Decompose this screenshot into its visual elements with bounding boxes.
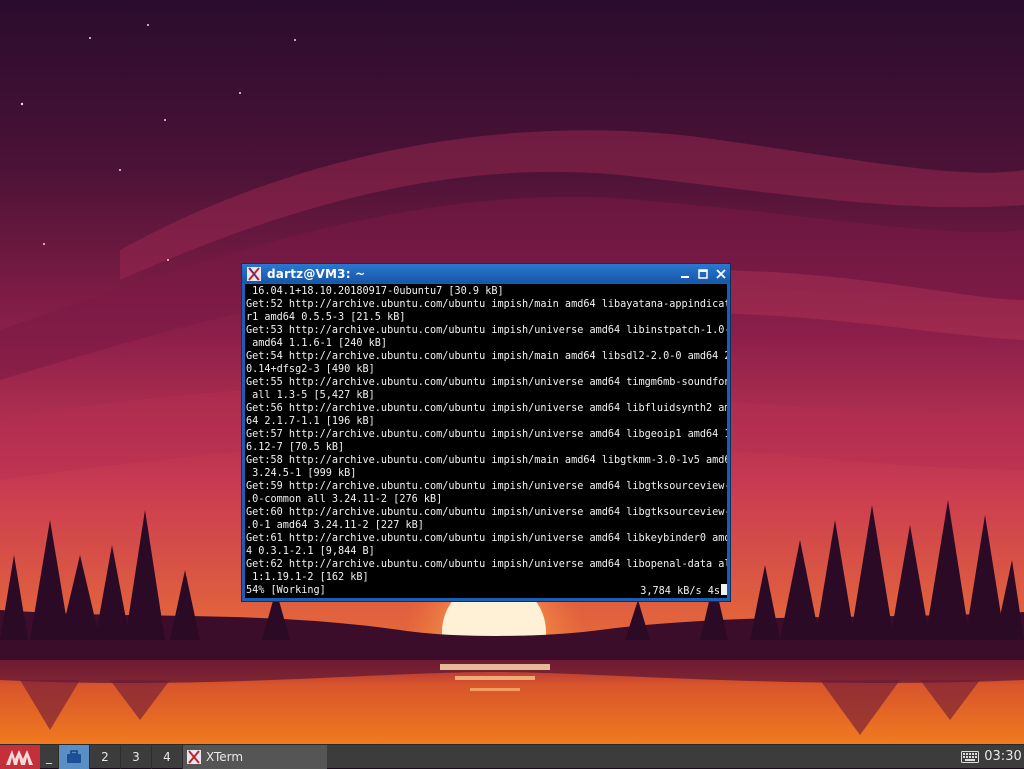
taskbar: _ 2 3 4 XTerm 03:30: [0, 744, 1024, 769]
terminal-line: all 1.3-5 [5,427 kB]: [246, 390, 375, 401]
workspace-3-button[interactable]: 3: [120, 744, 151, 769]
terminal-line: 1:1.19.1-2 [162 kB]: [246, 572, 369, 583]
window-title: dartz@VM3: ~: [267, 266, 366, 281]
clock[interactable]: 03:30: [982, 745, 1024, 769]
terminal-status-line: 54% [Working] 3,784 kB/s 4s: [246, 584, 727, 597]
workspace-2-button[interactable]: 2: [89, 744, 120, 769]
terminal-line: .0-1 amd64 3.24.11-2 [227 kB]: [246, 520, 424, 531]
close-icon[interactable]: [712, 265, 730, 283]
show-desktop-button[interactable]: _: [40, 745, 58, 769]
terminal-line: 0.14+dfsg2-3 [490 kB]: [246, 364, 375, 375]
terminal-line: Get:62 http://archive.ubuntu.com/ubuntu …: [246, 559, 727, 570]
workspace-1-button[interactable]: [58, 744, 89, 769]
transfer-rate: 3,784 kB/s 4s: [640, 584, 727, 597]
terminal-line: 16.04.1+18.10.20180917-0ubuntu7 [30.9 kB…: [246, 286, 504, 297]
terminal-line: Get:55 http://archive.ubuntu.com/ubuntu …: [246, 377, 727, 388]
terminal-line: 64 2.1.7-1.1 [196 kB]: [246, 416, 375, 427]
terminal-line: Get:53 http://archive.ubuntu.com/ubuntu …: [246, 325, 727, 336]
window-titlebar[interactable]: dartz@VM3: ~: [242, 264, 730, 283]
terminal-line: 6.12-7 [70.5 kB]: [246, 442, 345, 453]
xterm-x-icon: [247, 266, 261, 281]
terminal-line: Get:57 http://archive.ubuntu.com/ubuntu …: [246, 429, 727, 440]
keyboard-icon[interactable]: [958, 745, 982, 769]
terminal-cursor: [721, 584, 727, 595]
xterm-window[interactable]: dartz@VM3: ~ 16.04.1+18.10.20180917-0ubu…: [241, 263, 731, 602]
terminal-line: Get:52 http://archive.ubuntu.com/ubuntu …: [246, 299, 727, 310]
terminal-line: Get:60 http://archive.ubuntu.com/ubuntu …: [246, 507, 727, 518]
briefcase-icon: [67, 749, 81, 763]
terminal-lines: 16.04.1+18.10.20180917-0ubuntu7 [30.9 kB…: [246, 285, 727, 584]
terminal-line: Get:56 http://archive.ubuntu.com/ubuntu …: [246, 403, 727, 414]
terminal-line: Get:58 http://archive.ubuntu.com/ubuntu …: [246, 455, 727, 466]
xterm-x-icon: [187, 749, 201, 764]
terminal-line: Get:61 http://archive.ubuntu.com/ubuntu …: [246, 533, 727, 544]
terminal-line: Get:54 http://archive.ubuntu.com/ubuntu …: [246, 351, 727, 362]
terminal-line: amd64 1.1.6-1 [240 kB]: [246, 338, 388, 349]
taskbar-xterm-button[interactable]: XTerm: [182, 744, 327, 769]
terminal-line: 3.24.5-1 [999 kB]: [246, 468, 357, 479]
terminal-line: r1 amd64 0.5.5-3 [21.5 kB]: [246, 312, 406, 323]
distro-logo-icon: [6, 749, 33, 765]
start-menu-button[interactable]: [0, 744, 40, 769]
terminal-line: Get:59 http://archive.ubuntu.com/ubuntu …: [246, 481, 727, 492]
maximize-icon[interactable]: [694, 265, 712, 283]
terminal-line: .0-common all 3.24.11-2 [276 kB]: [246, 494, 443, 505]
task-label: XTerm: [206, 749, 244, 764]
terminal-line: 4 0.3.1-2.1 [9,844 B]: [246, 546, 375, 557]
workspace-4-button[interactable]: 4: [151, 744, 182, 769]
terminal-output[interactable]: 16.04.1+18.10.20180917-0ubuntu7 [30.9 kB…: [245, 284, 727, 598]
progress-status: 54% [Working]: [246, 585, 326, 596]
minimize-icon[interactable]: [676, 265, 694, 283]
